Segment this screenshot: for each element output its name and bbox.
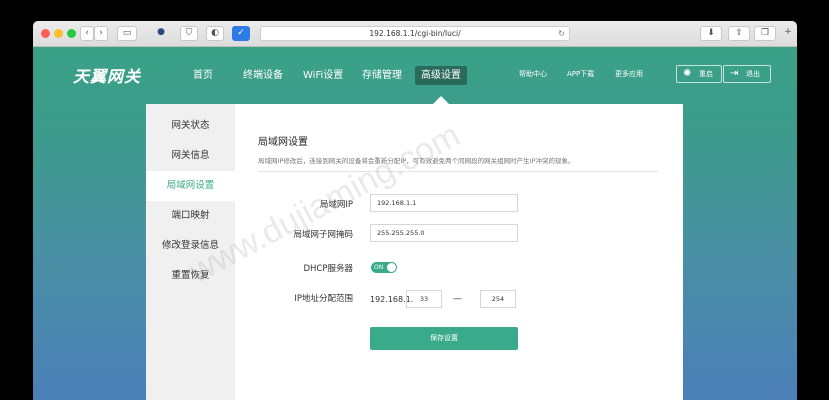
toggle-knob	[387, 263, 396, 272]
nav-home[interactable]: 首页	[187, 66, 219, 85]
router-page: 天翼网关 首页 终端设备 WiFi设置 存储管理 高级设置 帮助中心 APP下载…	[33, 47, 797, 400]
reload-icon[interactable]: ↻	[558, 27, 565, 40]
download-icon[interactable]: ⬇	[700, 26, 722, 41]
divider	[258, 171, 658, 172]
zoom-window-button[interactable]	[67, 29, 76, 38]
ip-range-label: IP地址分配范围	[294, 294, 353, 304]
brand-logo: 天翼网关	[73, 67, 142, 86]
restart-icon: ✺	[683, 68, 692, 79]
page-title: 局域网设置	[258, 137, 308, 148]
lan-settings-form: 局域网设置 局域网IP修改后，连接到网关的设备将会重新分配IP，可有效避免两个同…	[235, 104, 683, 400]
forward-button[interactable]: ›	[94, 26, 108, 41]
share-icon[interactable]: ⇪	[728, 26, 750, 41]
more-apps-link[interactable]: 更多应用	[615, 69, 643, 79]
minimize-window-button[interactable]	[54, 29, 63, 38]
sidebar-item-gateway-status[interactable]: 网关状态	[146, 111, 235, 141]
close-window-button[interactable]	[41, 29, 50, 38]
dhcp-toggle[interactable]: ON	[371, 262, 397, 273]
logout-button[interactable]: ⇥ 退出	[723, 65, 771, 83]
browser-window: ‹ › ▭ ● ⛉ ◐ ✓ 192.168.1.1/cgi-bin/luci/ …	[33, 21, 797, 400]
sidebar-item-reset[interactable]: 重置恢复	[146, 261, 235, 291]
lan-ip-input[interactable]: 192.168.1.1	[370, 194, 518, 212]
check-badge-icon[interactable]: ✓	[232, 26, 250, 41]
new-tab-icon[interactable]: +	[781, 26, 795, 41]
subnet-mask-label: 局域网子网掩码	[293, 230, 353, 240]
sidebar-item-gateway-info[interactable]: 网关信息	[146, 141, 235, 171]
dhcp-toggle-state: ON	[374, 264, 384, 271]
settings-panel: 网关状态 网关信息 局域网设置 端口映射 修改登录信息 重置恢复 局域网设置 局…	[146, 104, 683, 400]
sidebar-item-lan-settings[interactable]: 局域网设置	[146, 171, 235, 201]
back-button[interactable]: ‹	[80, 26, 94, 41]
restart-label: 重启	[699, 70, 713, 78]
ip-range-separator: —	[453, 294, 462, 304]
browser-toolbar: ‹ › ▭ ● ⛉ ◐ ✓ 192.168.1.1/cgi-bin/luci/ …	[33, 21, 797, 47]
dhcp-label: DHCP服务器	[303, 264, 354, 274]
tabs-icon[interactable]: ❐	[754, 26, 776, 41]
nav-storage[interactable]: 存储管理	[356, 66, 408, 85]
extension-icon[interactable]: ●	[152, 26, 170, 41]
help-center-link[interactable]: 帮助中心	[519, 69, 547, 79]
subnet-mask-input[interactable]: 255.255.255.0	[370, 224, 518, 242]
save-settings-button[interactable]: 保存设置	[370, 327, 518, 350]
nav-wifi[interactable]: WiFi设置	[297, 66, 349, 85]
address-url: 192.168.1.1/cgi-bin/luci/	[369, 29, 461, 38]
ip-range-start-input[interactable]: 33	[406, 290, 442, 308]
ip-range-end-input[interactable]: 254	[480, 290, 516, 308]
page-description: 局域网IP修改后，连接到网关的设备将会重新分配IP，可有效避免两个同网段的网关组…	[258, 157, 575, 165]
sidebar-item-login-info[interactable]: 修改登录信息	[146, 231, 235, 261]
top-navigation: 天翼网关 首页 终端设备 WiFi设置 存储管理 高级设置 帮助中心 APP下载…	[33, 47, 797, 104]
lan-ip-label: 局域网IP	[319, 200, 353, 210]
nav-advanced[interactable]: 高级设置	[415, 66, 467, 85]
settings-sidebar: 网关状态 网关信息 局域网设置 端口映射 修改登录信息 重置恢复	[146, 104, 235, 400]
logout-icon: ⇥	[730, 68, 739, 79]
nav-devices[interactable]: 终端设备	[237, 66, 289, 85]
nav-pointer	[433, 96, 449, 104]
sidebar-item-port-mapping[interactable]: 端口映射	[146, 201, 235, 231]
shield-icon[interactable]: ⛉	[180, 26, 198, 41]
address-bar[interactable]: 192.168.1.1/cgi-bin/luci/ ↻	[260, 26, 570, 41]
restart-button[interactable]: ✺ 重启	[676, 65, 722, 83]
contrast-icon[interactable]: ◐	[206, 26, 224, 41]
app-download-link[interactable]: APP下载	[567, 69, 594, 79]
sidebar-toggle-icon[interactable]: ▭	[117, 26, 137, 41]
logout-label: 退出	[746, 70, 760, 78]
